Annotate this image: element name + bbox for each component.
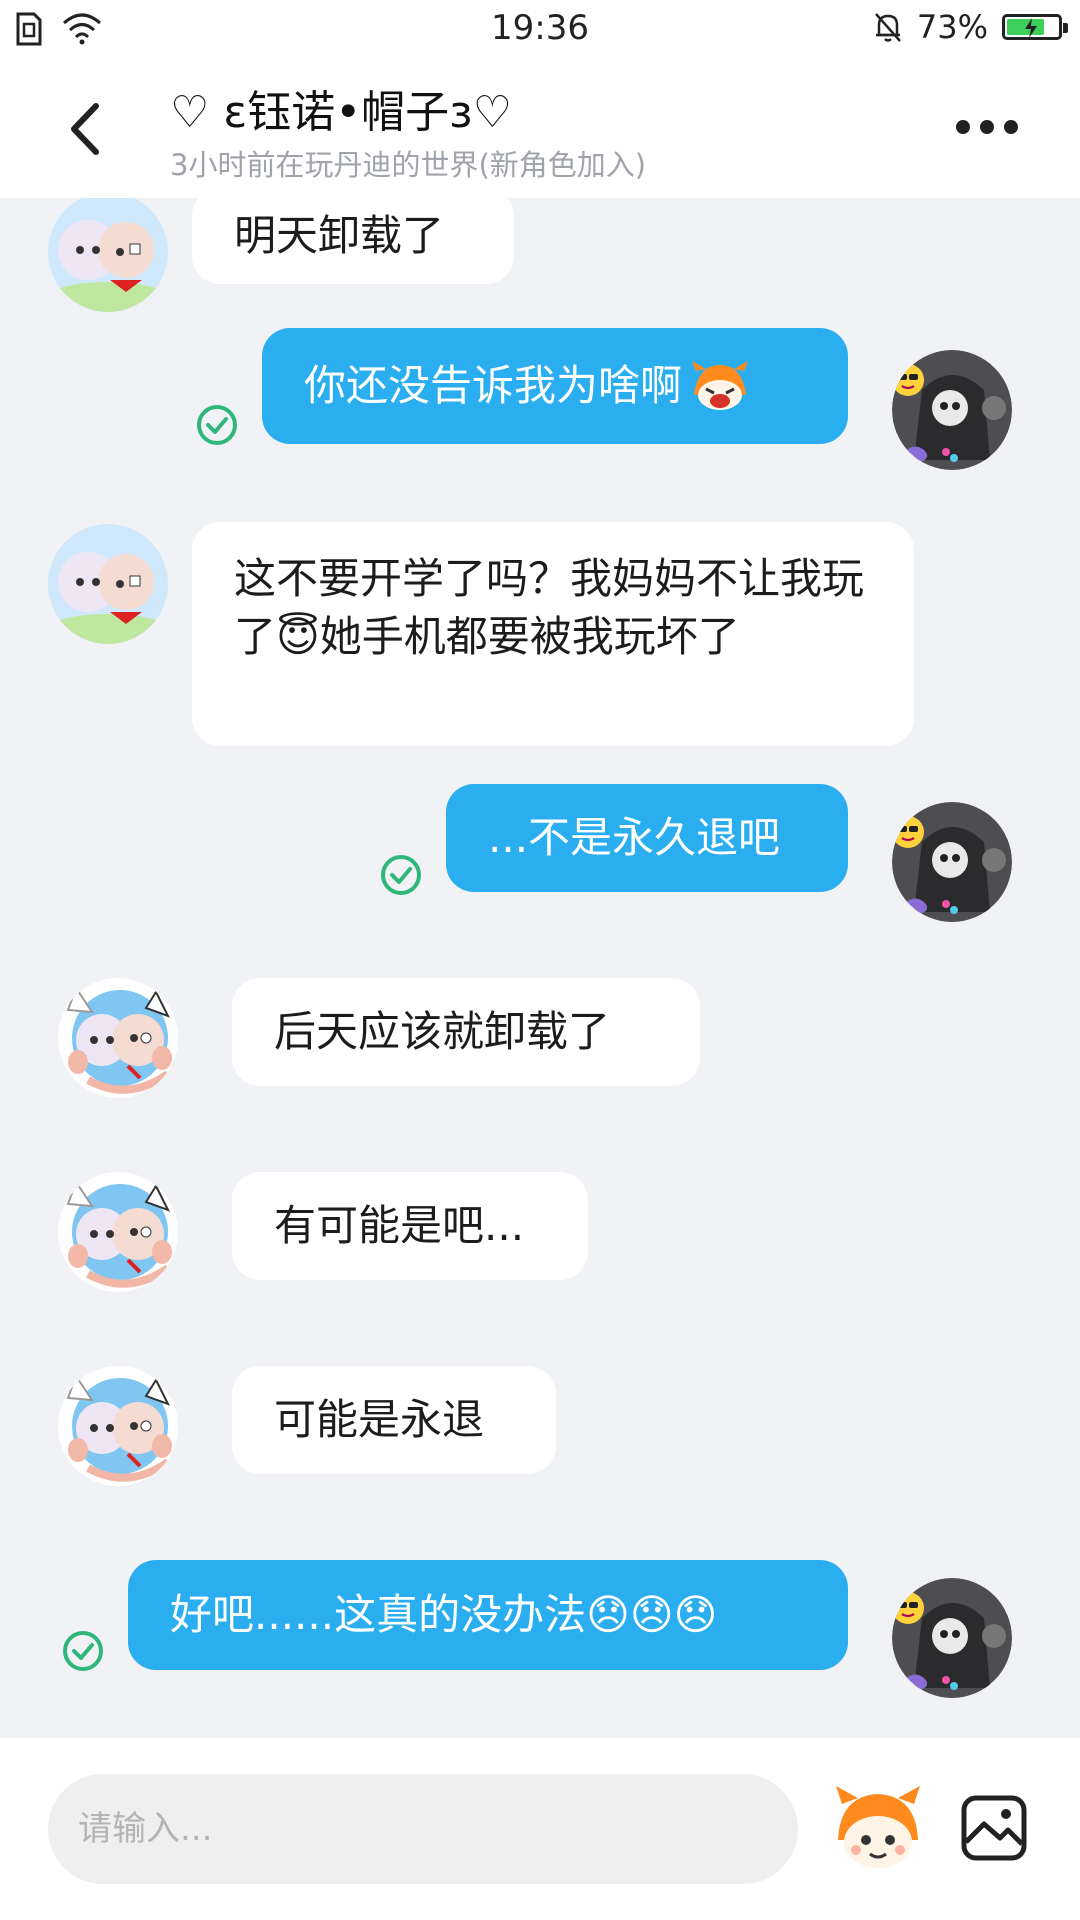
message-text: 这不要开学了吗？我妈妈不让我玩了😇她手机都要被我玩坏了	[234, 554, 865, 661]
message-list[interactable]: 明天卸载了 你还没告诉我为啥啊 这不要开学了吗？我妈妈不让我玩了😇她手机都要被我…	[0, 198, 1080, 1738]
my-avatar[interactable]	[892, 802, 1012, 922]
battery-percent: 73%	[916, 8, 988, 46]
contact-name[interactable]: ♡ ε钰诺•帽子з♡	[170, 76, 512, 140]
message-bubble[interactable]: 这不要开学了吗？我妈妈不让我玩了😇她手机都要被我玩坏了	[192, 522, 914, 746]
contact-avatar[interactable]	[48, 524, 168, 644]
contact-status: 3小时前在玩丹迪的世界(新角色加入)	[170, 148, 647, 182]
image-icon[interactable]	[960, 1794, 1028, 1862]
contact-avatar[interactable]	[58, 1172, 178, 1292]
dandi-cry-sticker-icon	[690, 361, 750, 411]
mute-bell-icon	[874, 13, 901, 42]
message-bubble[interactable]: 可能是永退	[232, 1366, 556, 1474]
message-bubble[interactable]: 后天应该就卸载了	[232, 978, 700, 1086]
message-input[interactable]	[48, 1774, 798, 1884]
message-text: 明天卸载了	[234, 211, 445, 260]
back-arrow-icon[interactable]	[56, 94, 116, 164]
status-bar: 19:36 73%	[0, 0, 1080, 58]
battery-icon	[1002, 14, 1068, 40]
dandi-emoji-icon[interactable]	[830, 1782, 926, 1878]
contact-avatar[interactable]	[58, 1366, 178, 1486]
more-icon[interactable]	[956, 120, 1018, 134]
message-text: 你还没告诉我为啥啊	[304, 361, 683, 410]
message-bubble[interactable]: 有可能是吧...	[232, 1172, 588, 1280]
read-check-icon	[62, 1630, 104, 1672]
message-text: ...不是永久退吧	[488, 813, 781, 862]
contact-avatar[interactable]	[48, 198, 168, 312]
message-bubble[interactable]: 好吧......这真的没办法😞😞😞	[128, 1560, 848, 1670]
message-text: 有可能是吧...	[274, 1201, 525, 1250]
message-text: 后天应该就卸载了	[274, 1007, 611, 1056]
message-bubble[interactable]: 你还没告诉我为啥啊	[262, 328, 848, 444]
my-avatar[interactable]	[892, 1578, 1012, 1698]
message-bubble[interactable]: ...不是永久退吧	[446, 784, 848, 892]
read-check-icon	[196, 404, 238, 446]
message-text: 好吧......这真的没办法😞😞😞	[170, 1590, 718, 1639]
input-bar	[0, 1738, 1080, 1920]
contact-avatar[interactable]	[58, 978, 178, 1098]
my-avatar[interactable]	[892, 350, 1012, 470]
message-bubble[interactable]: 明天卸载了	[192, 198, 514, 284]
message-text: 可能是永退	[274, 1395, 485, 1444]
chat-header: ♡ ε钰诺•帽子з♡ 3小时前在玩丹迪的世界(新角色加入)	[0, 58, 1080, 198]
read-check-icon	[380, 854, 422, 896]
